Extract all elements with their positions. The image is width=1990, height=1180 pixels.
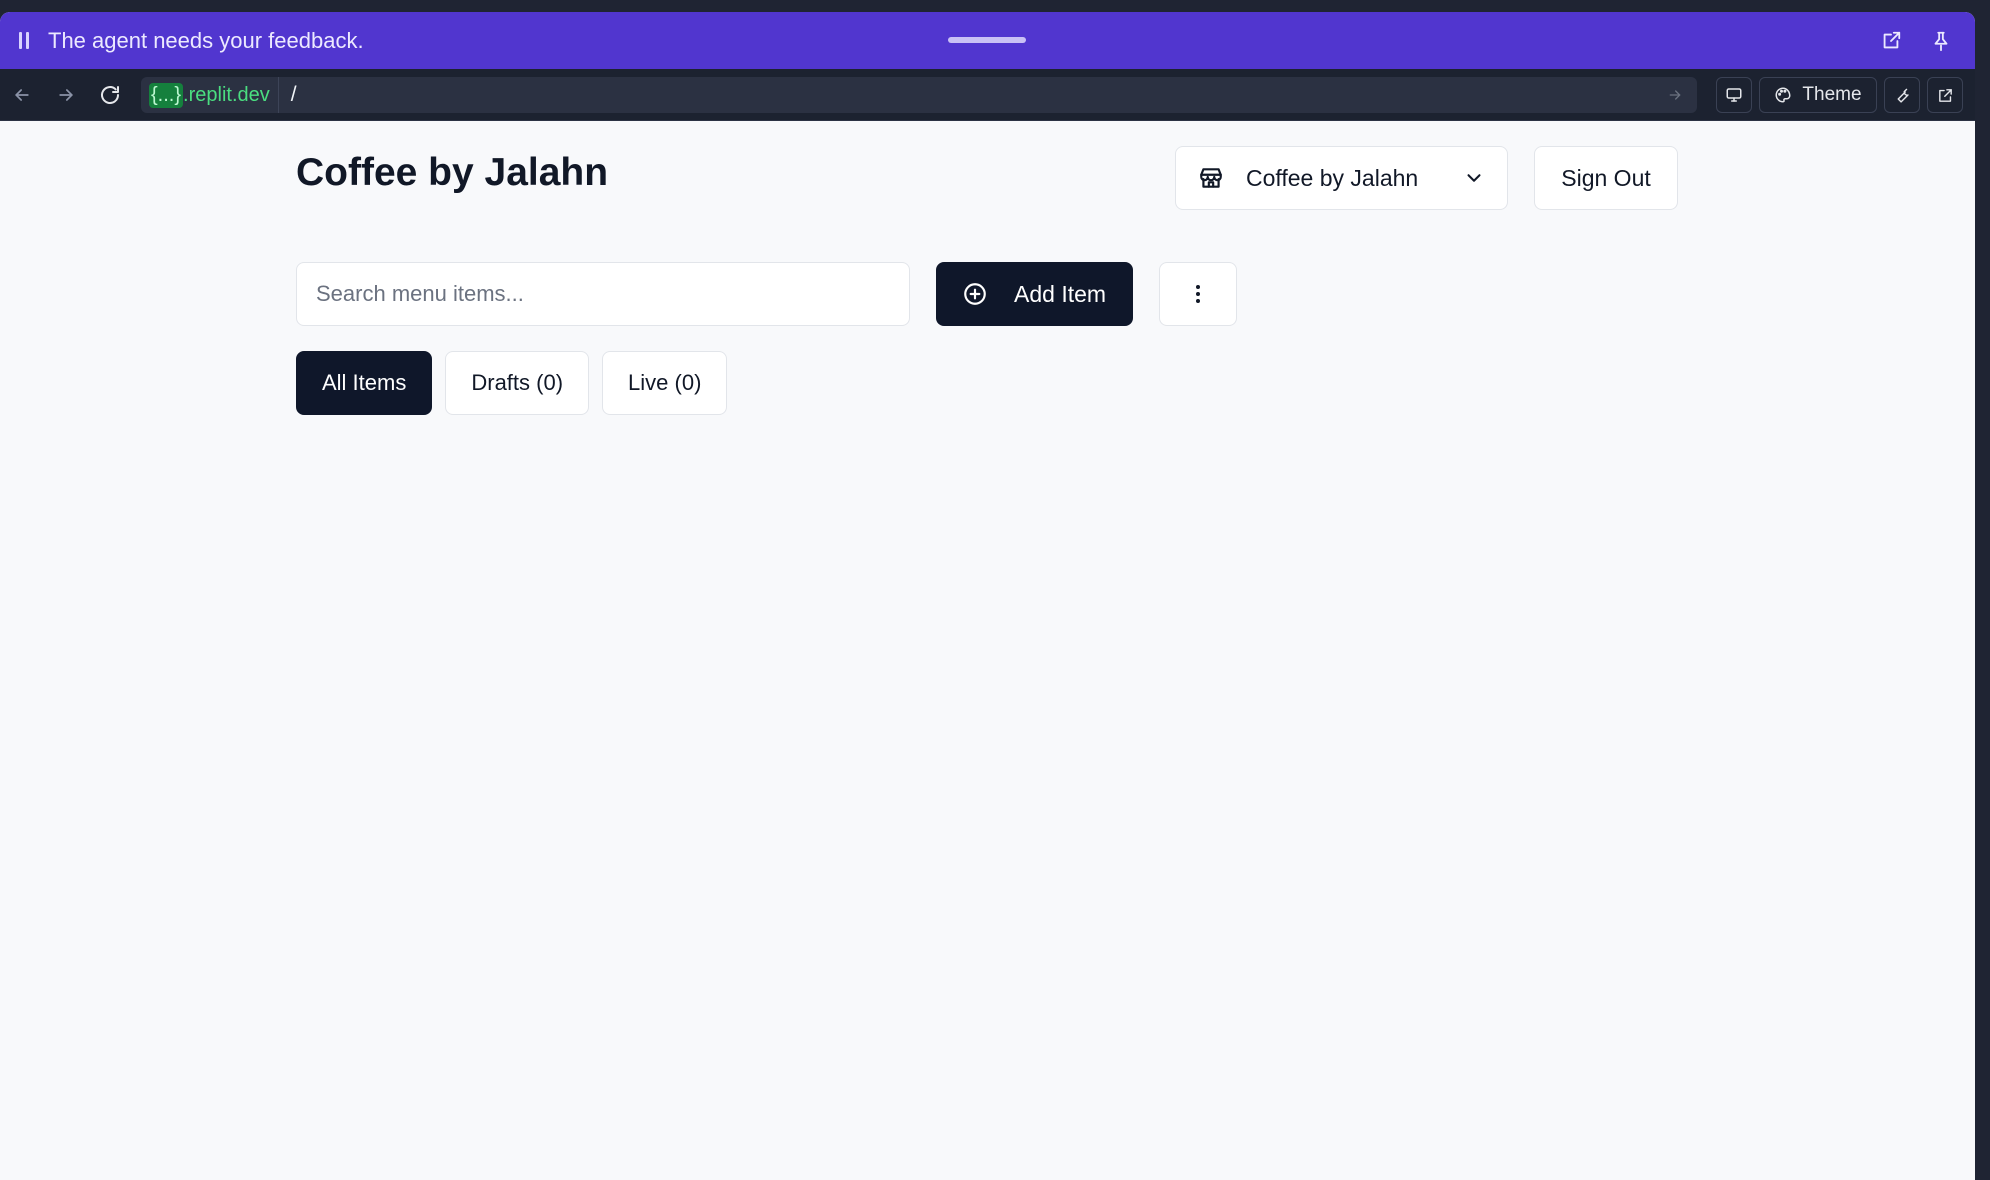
palette-icon: [1775, 87, 1791, 103]
url-path[interactable]: /: [291, 83, 297, 107]
browser-toolbar: {...} .replit.dev / Theme: [0, 69, 1975, 121]
theme-button[interactable]: Theme: [1759, 77, 1877, 113]
tab-all-items[interactable]: All Items: [296, 351, 433, 415]
search-input[interactable]: [296, 262, 910, 326]
agent-banner: The agent needs your feedback.: [0, 12, 1975, 69]
tab-live[interactable]: Live (0): [602, 351, 728, 415]
store-select[interactable]: Coffee by Jalahn: [1175, 146, 1508, 210]
banner-message: The agent needs your feedback.: [48, 27, 364, 53]
reload-icon[interactable]: [88, 69, 132, 121]
plus-circle-icon: [964, 283, 986, 305]
app-page: Coffee by Jalahn Coffee by Jalahn Sign O…: [0, 121, 1975, 1180]
page-title: Coffee by Jalahn: [296, 151, 609, 194]
monitor-icon[interactable]: [1716, 77, 1752, 113]
url-domain: {...} .replit.dev: [141, 77, 279, 113]
store-select-value: Coffee by Jalahn: [1246, 164, 1419, 191]
chevron-down-icon: [1467, 174, 1481, 182]
forward-icon[interactable]: [44, 69, 88, 121]
domain-mask: {...}: [149, 82, 184, 108]
expand-icon[interactable]: [1877, 27, 1905, 55]
add-item-button[interactable]: Add Item: [936, 262, 1133, 326]
app-window: The agent needs your feedback. {...} .re…: [0, 12, 1975, 1180]
sign-out-button[interactable]: Sign Out: [1534, 146, 1678, 210]
store-icon: [1200, 168, 1222, 188]
wrench-icon[interactable]: [1884, 77, 1920, 113]
pin-icon[interactable]: [1927, 27, 1955, 55]
drag-handle[interactable]: [948, 37, 1026, 43]
back-icon[interactable]: [0, 69, 44, 121]
url-bar[interactable]: {...} .replit.dev /: [141, 77, 1697, 113]
pause-icon[interactable]: [0, 32, 48, 49]
tab-drafts[interactable]: Drafts (0): [445, 351, 590, 415]
theme-label: Theme: [1802, 84, 1862, 105]
go-arrow-icon[interactable]: [1663, 83, 1687, 107]
more-options-button[interactable]: [1159, 262, 1237, 326]
add-item-label: Add Item: [1014, 280, 1107, 307]
external-link-icon[interactable]: [1927, 77, 1963, 113]
more-vertical-icon: [1196, 285, 1200, 303]
domain-suffix: .replit.dev: [183, 83, 270, 106]
filter-tabs: All Items Drafts (0) Live (0): [296, 351, 728, 415]
